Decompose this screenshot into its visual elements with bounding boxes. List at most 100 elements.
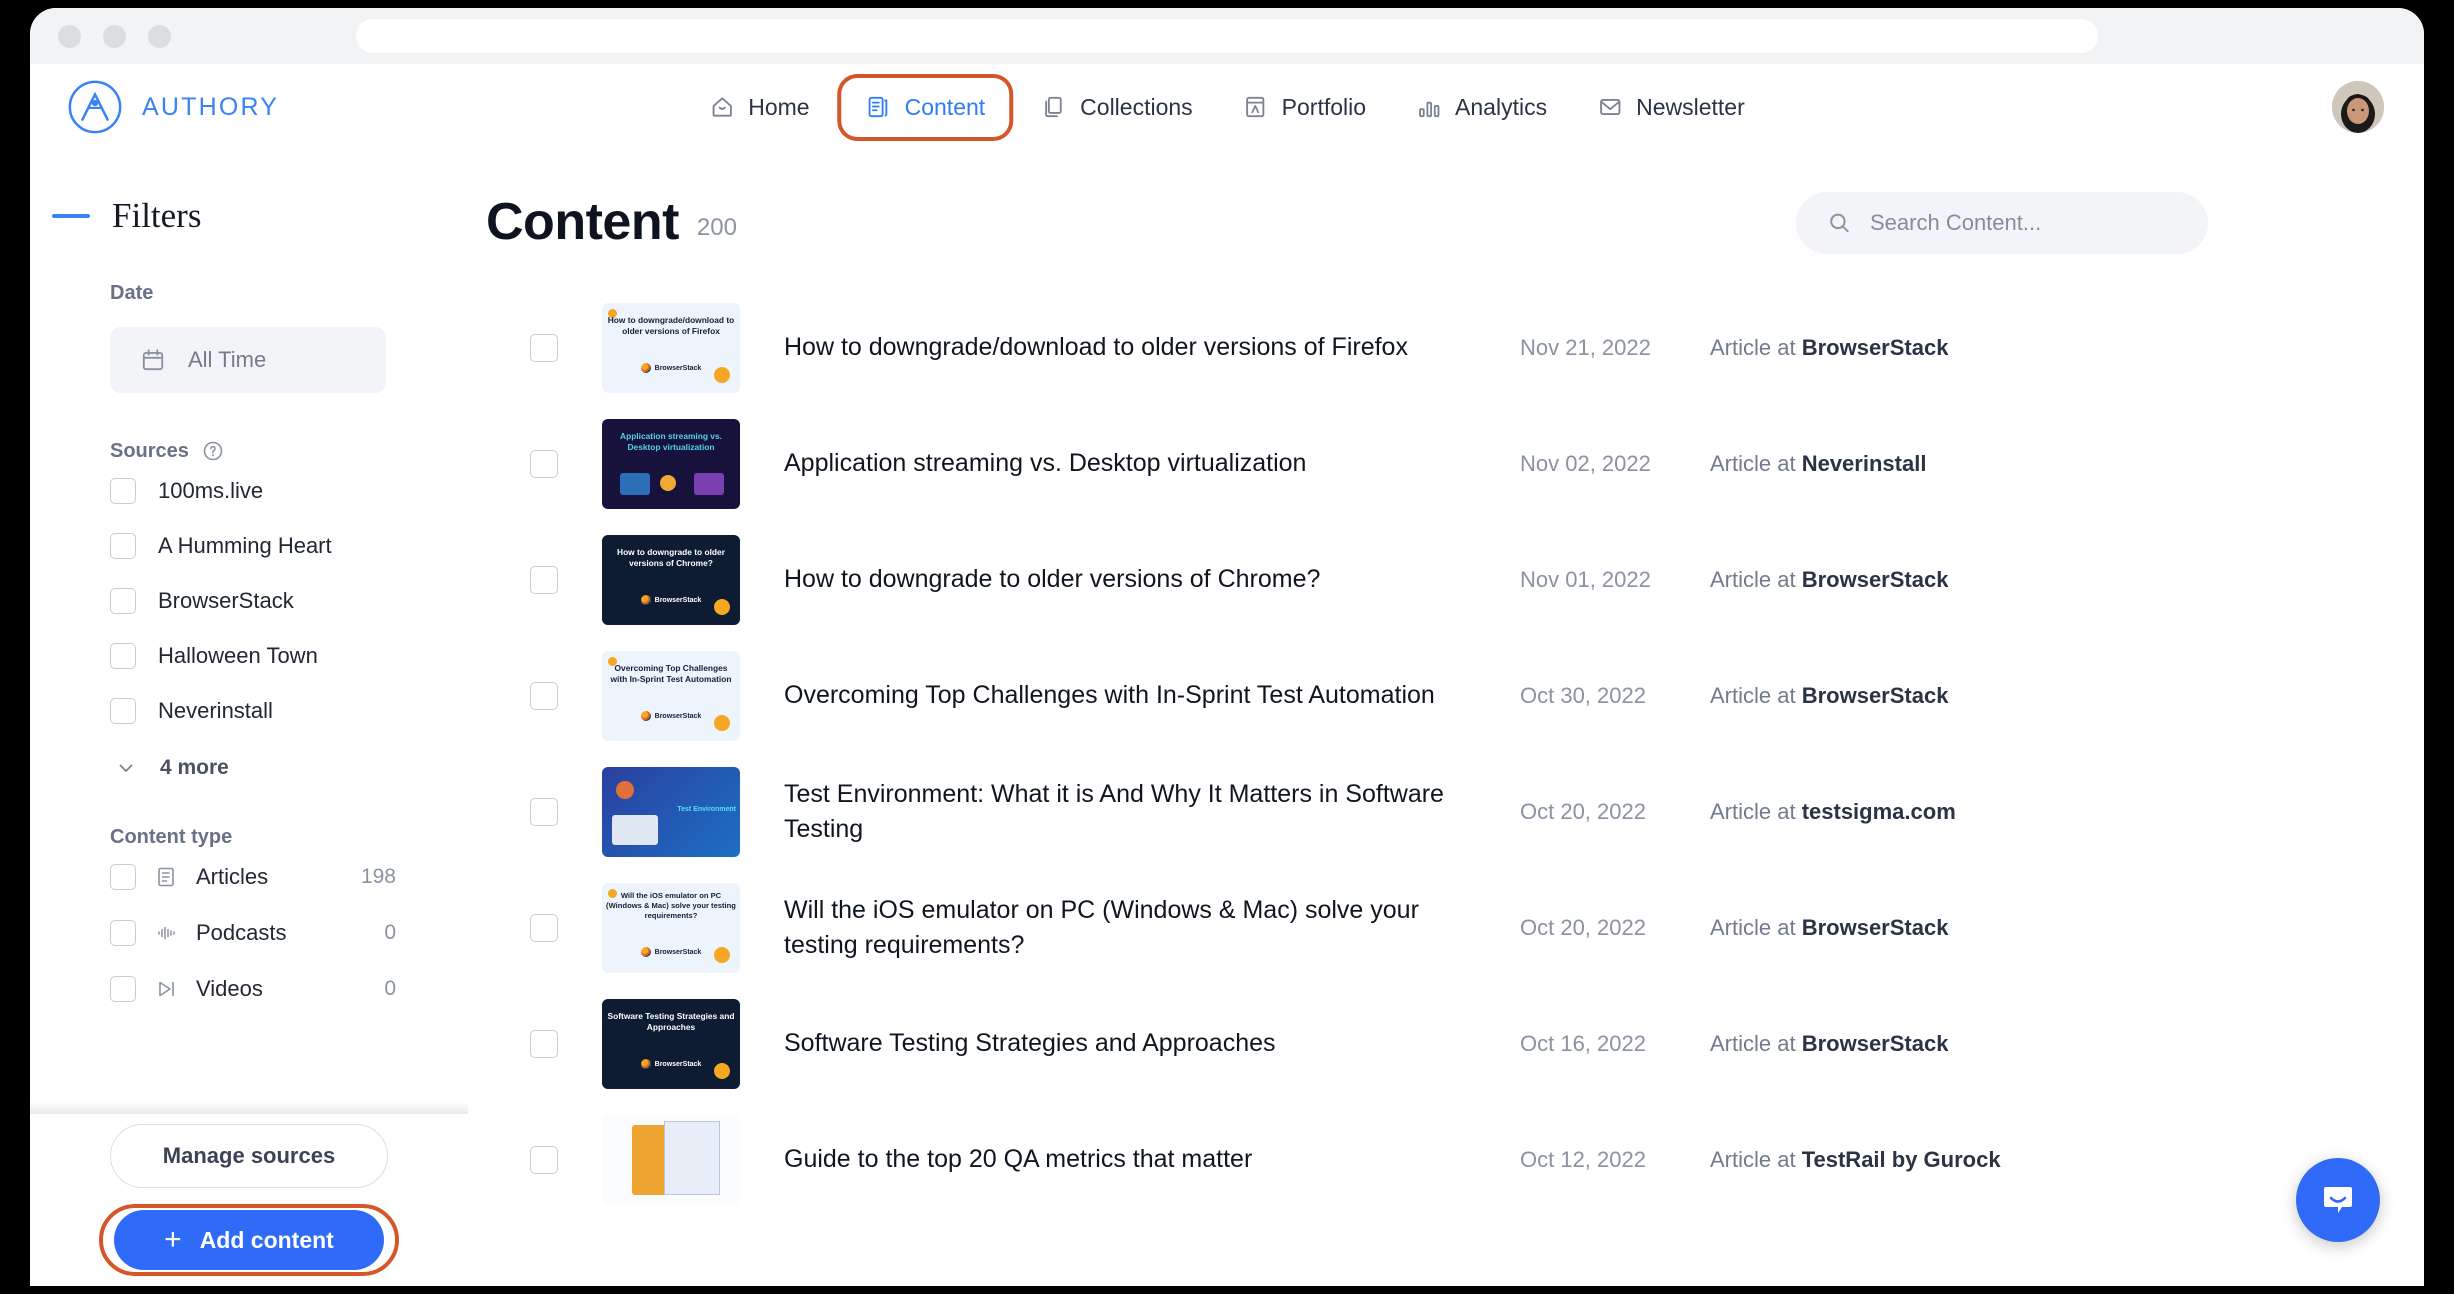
source-filter-browserstack[interactable]: BrowserStack <box>30 573 468 628</box>
row-title[interactable]: Overcoming Top Challenges with In-Sprint… <box>740 678 1520 714</box>
row-source: Article at BrowserStack <box>1710 567 2050 593</box>
thumb-brand-text: BrowserStack <box>654 948 702 956</box>
row-title[interactable]: Software Testing Strategies and Approach… <box>740 1026 1520 1062</box>
nav-item-home[interactable]: Home <box>691 81 827 134</box>
checkbox[interactable] <box>110 642 136 669</box>
table-row[interactable]: Guide to the top 20 QA metrics that matt… <box>486 1102 2424 1218</box>
close-window-dot[interactable] <box>58 24 81 48</box>
checkbox[interactable] <box>110 697 136 724</box>
maximize-window-dot[interactable] <box>148 24 171 48</box>
table-row[interactable]: Overcoming Top Challenges with In-Sprint… <box>486 638 2424 754</box>
nav-item-content[interactable]: Content <box>842 78 1010 137</box>
collapse-sidebar-icon[interactable] <box>52 214 90 218</box>
row-title[interactable]: Test Environment: What it is And Why It … <box>740 777 1520 848</box>
nav-label-collections: Collections <box>1080 93 1193 120</box>
row-source-prefix: Article at <box>1710 335 1802 360</box>
row-source-name: Neverinstall <box>1801 451 1927 476</box>
content-list: How to downgrade/download to older versi… <box>468 252 2424 1218</box>
chevron-down-icon <box>119 764 133 772</box>
checkbox[interactable] <box>110 864 136 890</box>
browserstack-logo-icon <box>640 1059 651 1069</box>
content-type-label: Podcasts <box>196 920 287 945</box>
row-checkbox[interactable] <box>530 1146 558 1174</box>
chat-bubble-icon <box>2324 1187 2352 1213</box>
row-title[interactable]: Will the iOS emulator on PC (Windows & M… <box>740 893 1520 964</box>
content-type-filter-articles[interactable]: Articles 198 <box>30 849 468 905</box>
row-source: Article at BrowserStack <box>1710 915 2050 941</box>
content-type-filter-videos[interactable]: Videos 0 <box>30 961 468 1017</box>
filters-scroll-area[interactable]: Filters Date All Time Sources 100ms.live… <box>30 150 468 1116</box>
row-checkbox[interactable] <box>530 1030 558 1058</box>
row-source: Article at Neverinstall <box>1710 451 2050 477</box>
row-source-name: BrowserStack <box>1801 567 1949 592</box>
table-row[interactable]: Application streaming vs. Desktop virtua… <box>486 406 2424 522</box>
checkbox[interactable] <box>110 920 136 946</box>
source-filter-halloween-town[interactable]: Halloween Town <box>30 628 468 683</box>
table-row[interactable]: Will the iOS emulator on PC (Windows & M… <box>486 870 2424 986</box>
add-content-button[interactable]: + Add content <box>114 1210 384 1270</box>
content-type-label: Videos <box>196 976 263 1001</box>
checkbox[interactable] <box>110 976 136 1002</box>
date-filter-dropdown[interactable]: All Time <box>110 327 386 393</box>
intercom-chat-button[interactable] <box>2296 1158 2380 1242</box>
table-row[interactable]: Software Testing Strategies and Approach… <box>486 986 2424 1102</box>
minimize-window-dot[interactable] <box>103 24 126 48</box>
thumb-decor-dot <box>660 475 676 491</box>
row-title[interactable]: How to downgrade to older versions of Ch… <box>740 562 1520 598</box>
content-type-count: 0 <box>384 921 396 944</box>
source-filter-100ms-live[interactable]: 100ms.live <box>30 463 468 518</box>
content-type-filter-podcasts[interactable]: Podcasts 0 <box>30 905 468 961</box>
thumb-decor-dot <box>714 367 730 383</box>
row-checkbox[interactable] <box>530 566 558 594</box>
table-row[interactable]: How to downgrade/download to older versi… <box>486 290 2424 406</box>
row-source-prefix: Article at <box>1710 799 1802 824</box>
brand-logo[interactable]: AUTHORY <box>66 78 279 136</box>
manage-sources-button[interactable]: Manage sources <box>110 1124 388 1188</box>
user-avatar[interactable] <box>2332 81 2384 133</box>
nav-label-newsletter: Newsletter <box>1636 93 1745 120</box>
source-filter-neverinstall[interactable]: Neverinstall <box>30 683 468 738</box>
nav-item-collections[interactable]: Collections <box>1023 81 1211 134</box>
row-checkbox[interactable] <box>530 334 558 362</box>
source-filter-a-humming-heart[interactable]: A Humming Heart <box>30 518 468 573</box>
row-checkbox[interactable] <box>530 450 558 478</box>
row-title[interactable]: How to downgrade/download to older versi… <box>740 330 1520 366</box>
row-checkbox[interactable] <box>530 682 558 710</box>
checkbox[interactable] <box>110 477 136 504</box>
brand-name: AUTHORY <box>142 92 280 121</box>
nav-item-portfolio[interactable]: Portfolio <box>1225 81 1384 134</box>
source-label: A Humming Heart <box>158 532 332 558</box>
sources-section-label: Sources <box>30 439 468 463</box>
search-input[interactable] <box>1870 210 2170 236</box>
row-date: Oct 30, 2022 <box>1520 683 1646 708</box>
row-checkbox[interactable] <box>530 798 558 826</box>
nav-label-home: Home <box>748 93 810 120</box>
portfolio-icon <box>1246 96 1265 118</box>
row-title[interactable]: Application streaming vs. Desktop virtua… <box>740 446 1520 482</box>
app-header: AUTHORY Home Content Collections Portfol… <box>30 64 2424 150</box>
row-title[interactable]: Guide to the top 20 QA metrics that matt… <box>740 1142 1520 1178</box>
browser-url-bar[interactable] <box>356 19 2098 53</box>
thumb-decor-shape <box>664 1121 720 1195</box>
show-more-sources-button[interactable]: 4 more <box>30 756 468 780</box>
table-row[interactable]: How to downgrade to older versions of Ch… <box>486 522 2424 638</box>
avatar-image <box>2332 81 2384 133</box>
checkbox[interactable] <box>110 532 136 559</box>
search-box[interactable] <box>1796 192 2208 254</box>
nav-item-newsletter[interactable]: Newsletter <box>1579 81 1763 134</box>
thumb-brand-text: BrowserStack <box>654 596 702 604</box>
row-source-name: TestRail by Gurock <box>1801 1147 2001 1172</box>
source-label: Halloween Town <box>158 642 318 668</box>
nav-label-content: Content <box>904 93 986 120</box>
help-circle-icon[interactable] <box>201 439 225 463</box>
row-date: Oct 12, 2022 <box>1520 1147 1646 1172</box>
row-thumbnail <box>602 1115 740 1205</box>
content-type-count: 0 <box>384 977 396 1000</box>
browser-chrome <box>30 8 2424 64</box>
browserstack-logo-icon <box>640 711 651 721</box>
row-checkbox[interactable] <box>530 914 558 942</box>
table-row[interactable]: Test Environment Test Environment: What … <box>486 754 2424 870</box>
thumb-decor-shape <box>694 473 724 495</box>
checkbox[interactable] <box>110 587 136 614</box>
nav-item-analytics[interactable]: Analytics <box>1398 81 1565 134</box>
